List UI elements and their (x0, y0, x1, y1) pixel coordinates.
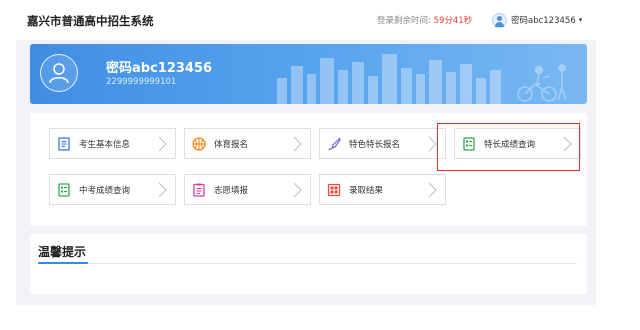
menu-card-specialty-registration[interactable]: 特色特长报名 (319, 128, 446, 159)
chevron-right-icon (428, 182, 437, 198)
chevron-right-icon (293, 136, 302, 152)
menu-card-label: 体育报名 (214, 139, 249, 150)
menu-card-label: 志愿填报 (214, 185, 249, 196)
user-icon (49, 63, 69, 84)
tips-title: 温馨提示 (38, 245, 87, 259)
session-time: 59分41秒 (433, 16, 473, 26)
tips-divider (38, 263, 577, 264)
brush-icon (328, 136, 341, 150)
user-name: 密码abc123456 (511, 16, 576, 26)
menu-card-label: 中考成绩查询 (79, 185, 131, 196)
user-menu[interactable]: 密码abc123456 ▾ (492, 10, 582, 30)
profile-id-number: 2299999999101 (106, 77, 177, 87)
menu-card-sports-registration[interactable]: 体育报名 (184, 128, 311, 159)
menu-card-label: 录取结果 (349, 185, 384, 196)
chevron-down-icon: ▾ (578, 16, 583, 24)
menu-card-student-info[interactable]: 考生基本信息 (49, 128, 176, 159)
chevron-right-icon (158, 136, 167, 152)
score-query-icon (58, 182, 70, 197)
admission-icon (327, 183, 341, 196)
user-icon (492, 12, 507, 28)
student-info-icon (58, 136, 70, 151)
tips-section: 温馨提示 (30, 234, 587, 294)
highlight-box (437, 123, 580, 171)
chevron-right-icon (428, 136, 437, 152)
chevron-right-icon (158, 182, 167, 198)
city-skyline-illustration (277, 54, 567, 104)
checklist-icon (193, 183, 205, 197)
session-label: 登录剩余时间: (377, 16, 431, 26)
profile-name: 密码abc123456 (106, 61, 213, 76)
session-timer: 登录剩余时间: 59分41秒 (377, 14, 472, 26)
app-title: 嘉兴市普通高中招生系统 (27, 14, 154, 28)
profile-banner: 密码abc123456 2299999999101 (30, 44, 587, 104)
menu-card-label: 考生基本信息 (79, 139, 131, 150)
tips-title-underline (38, 262, 88, 264)
menu-card-exam-score-query[interactable]: 中考成绩查询 (49, 174, 176, 205)
app-frame: 嘉兴市普通高中招生系统 登录剩余时间: 59分41秒 密码abc123456 ▾ (16, 0, 596, 305)
menu-card-volunteer-application[interactable]: 志愿填报 (184, 174, 311, 205)
menu-card-admission-result[interactable]: 录取结果 (319, 174, 446, 205)
avatar (40, 54, 78, 92)
chevron-right-icon (293, 182, 302, 198)
top-bar: 嘉兴市普通高中招生系统 登录剩余时间: 59分41秒 密码abc123456 ▾ (16, 0, 596, 40)
basketball-icon (192, 136, 206, 151)
menu-card-label: 特色特长报名 (349, 139, 401, 150)
